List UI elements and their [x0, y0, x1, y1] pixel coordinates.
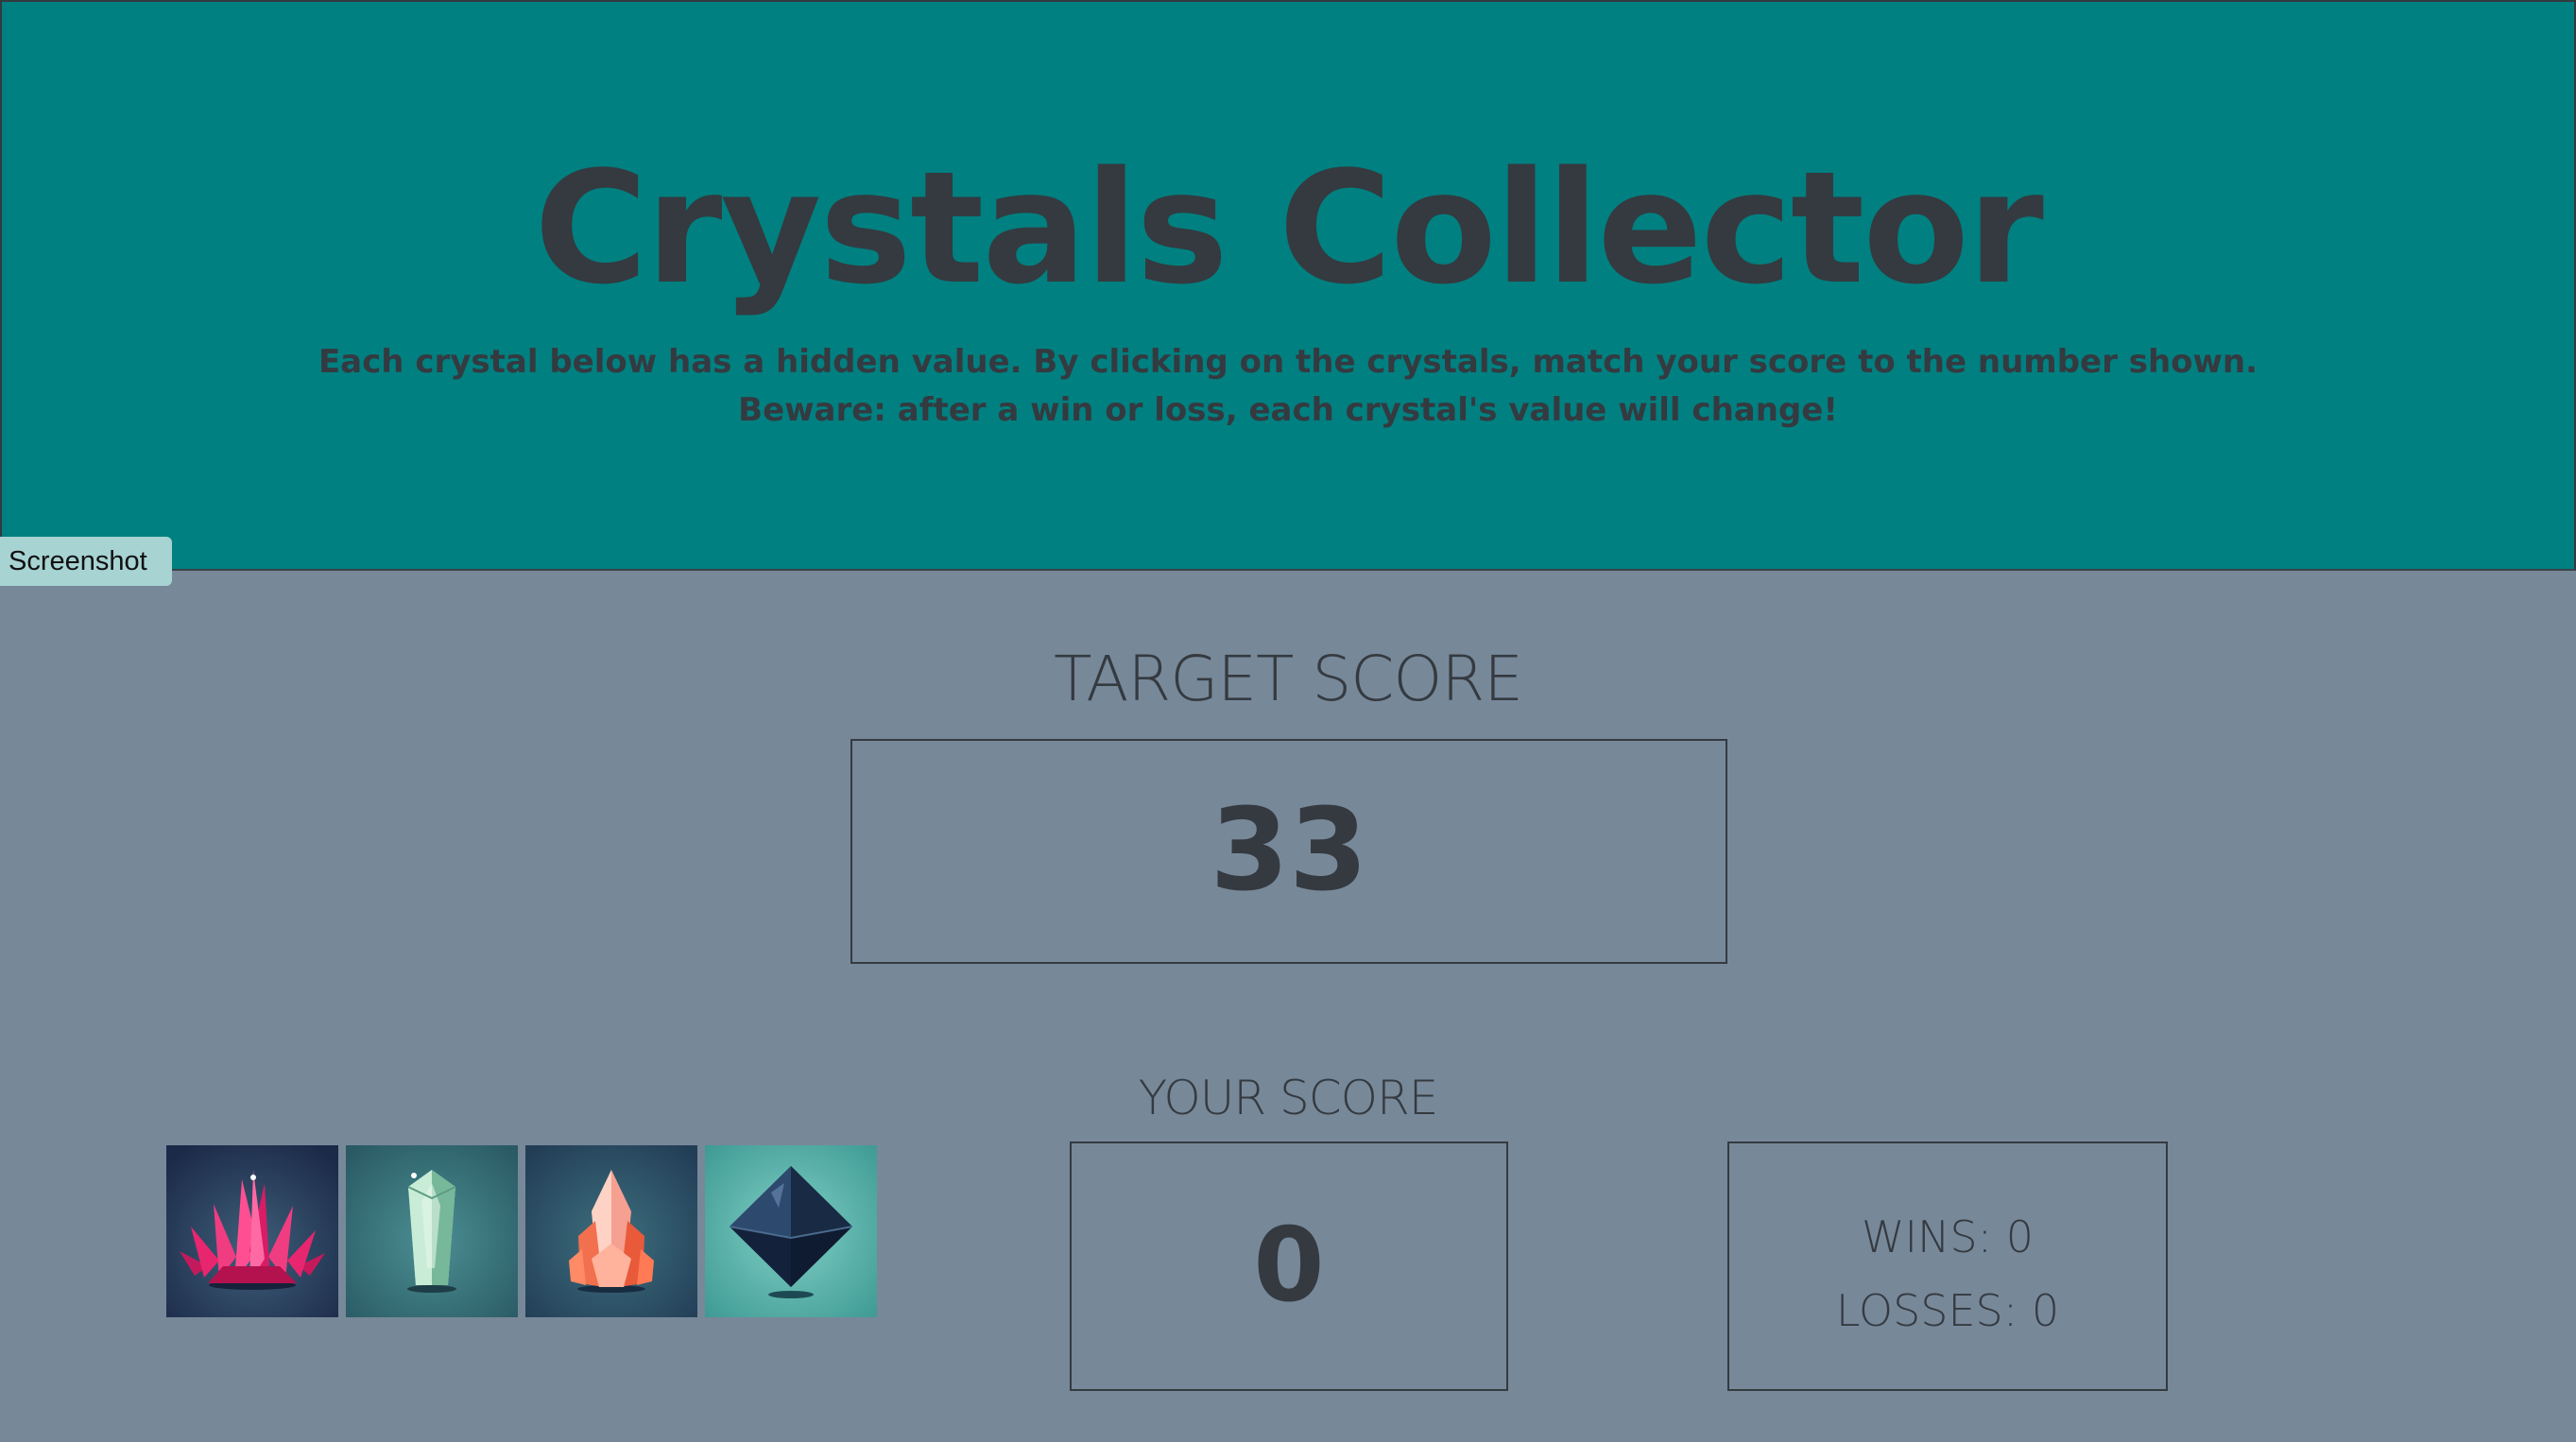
page-title: Crystals Collector	[534, 138, 2044, 318]
wins-count: WINS: 0	[1861, 1211, 2035, 1262]
target-score-value: 33	[1210, 785, 1368, 917]
crystal-row	[166, 1145, 877, 1317]
your-score-label: YOUR SCORE	[1138, 1071, 1439, 1125]
screenshot-button[interactable]: Screenshot	[0, 537, 172, 586]
instructions: Each crystal below has a hidden value. B…	[2, 338, 2574, 435]
losses-count: LOSSES: 0	[1835, 1285, 2060, 1336]
target-score-box: 33	[850, 739, 1727, 964]
your-score-value: 0	[1253, 1207, 1325, 1325]
dark-octahedron-crystal-icon[interactable]	[705, 1145, 877, 1317]
header-banner: Crystals Collector Each crystal below ha…	[0, 0, 2576, 571]
target-score-label: TARGET SCORE	[1054, 643, 1523, 715]
orange-crystal-icon[interactable]	[525, 1145, 697, 1317]
instructions-line-1: Each crystal below has a hidden value. B…	[318, 343, 2258, 381]
pink-crystal-cluster-icon[interactable]	[166, 1145, 338, 1317]
instructions-line-2: Beware: after a win or loss, each crysta…	[738, 391, 1838, 429]
your-score-box: 0	[1070, 1142, 1508, 1391]
win-loss-box: WINS: 0 LOSSES: 0	[1727, 1142, 2168, 1391]
green-crystal-shard-icon[interactable]	[346, 1145, 518, 1317]
